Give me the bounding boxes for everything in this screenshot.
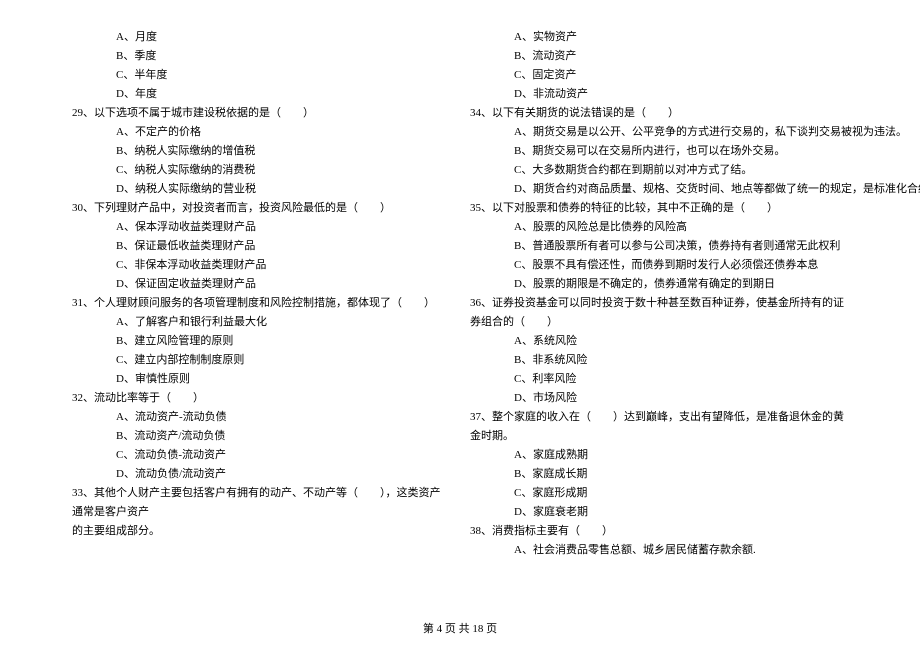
q32-option-a: A、流动资产-流动负债 (72, 408, 450, 427)
q35-option-b: B、普通股票所有者可以参与公司决策，债券持有者则通常无此权利 (470, 237, 848, 256)
q37-option-c: C、家庭形成期 (470, 484, 848, 503)
q30-option-c: C、非保本浮动收益类理财产品 (72, 256, 450, 275)
q35-option-d: D、股票的期限是不确定的，债券通常有确定的到期日 (470, 275, 848, 294)
q30-option-d: D、保证固定收益类理财产品 (72, 275, 450, 294)
q36-option-c: C、利率风险 (470, 370, 848, 389)
left-column: A、月度 B、季度 C、半年度 D、年度 29、以下选项不属于城市建设税依据的是… (72, 28, 450, 560)
q28-option-d: D、年度 (72, 85, 450, 104)
q29-option-a: A、不定产的价格 (72, 123, 450, 142)
q32-stem: 32、流动比率等于（ ） (72, 389, 450, 408)
q32-option-d: D、流动负债/流动资产 (72, 465, 450, 484)
q37-stem: 37、整个家庭的收入在（ ）达到巅峰，支出有望降低，是准备退休金的黄金时期。 (470, 408, 848, 446)
q34-option-b: B、期货交易可以在交易所内进行，也可以在场外交易。 (470, 142, 848, 161)
q33-option-c: C、固定资产 (470, 66, 848, 85)
q28-option-a: A、月度 (72, 28, 450, 47)
q30-option-a: A、保本浮动收益类理财产品 (72, 218, 450, 237)
q34-option-d: D、期货合约对商品质量、规格、交货时间、地点等都做了统一的规定，是标准化合约。 (470, 180, 848, 199)
q34-stem: 34、以下有关期货的说法错误的是（ ） (470, 104, 848, 123)
q31-option-d: D、审慎性原则 (72, 370, 450, 389)
q36-option-a: A、系统风险 (470, 332, 848, 351)
q37-option-d: D、家庭衰老期 (470, 503, 848, 522)
q37-option-a: A、家庭成熟期 (470, 446, 848, 465)
page-footer: 第 4 页 共 18 页 (0, 620, 920, 636)
q32-option-b: B、流动资产/流动负债 (72, 427, 450, 446)
q38-stem: 38、消费指标主要有（ ） (470, 522, 848, 541)
q29-stem: 29、以下选项不属于城市建设税依据的是（ ） (72, 104, 450, 123)
q38-option-a: A、社会消费品零售总额、城乡居民储蓄存款余额. (470, 541, 848, 560)
q29-option-b: B、纳税人实际缴纳的增值税 (72, 142, 450, 161)
q33-stem-line2: 的主要组成部分。 (72, 522, 450, 541)
q29-option-c: C、纳税人实际缴纳的消费税 (72, 161, 450, 180)
q28-option-b: B、季度 (72, 47, 450, 66)
q31-option-b: B、建立风险管理的原则 (72, 332, 450, 351)
q33-option-a: A、实物资产 (470, 28, 848, 47)
q35-option-c: C、股票不具有偿还性，而债券到期时发行人必须偿还债券本息 (470, 256, 848, 275)
q33-option-d: D、非流动资产 (470, 85, 848, 104)
q31-stem: 31、个人理财顾问服务的各项管理制度和风险控制措施，都体现了（ ） (72, 294, 450, 313)
q37-option-b: B、家庭成长期 (470, 465, 848, 484)
right-column: A、实物资产 B、流动资产 C、固定资产 D、非流动资产 34、以下有关期货的说… (470, 28, 848, 560)
q30-stem: 30、下列理财产品中，对投资者而言，投资风险最低的是（ ） (72, 199, 450, 218)
q31-option-c: C、建立内部控制制度原则 (72, 351, 450, 370)
q35-stem: 35、以下对股票和债券的特征的比较，其中不正确的是（ ） (470, 199, 848, 218)
q33-option-b: B、流动资产 (470, 47, 848, 66)
q35-option-a: A、股票的风险总是比债券的风险高 (470, 218, 848, 237)
q34-option-c: C、大多数期货合约都在到期前以对冲方式了结。 (470, 161, 848, 180)
q34-option-a: A、期货交易是以公开、公平竞争的方式进行交易的，私下谈判交易被视为违法。 (470, 123, 848, 142)
q31-option-a: A、了解客户和银行利益最大化 (72, 313, 450, 332)
q30-option-b: B、保证最低收益类理财产品 (72, 237, 450, 256)
q36-stem: 36、证券投资基金可以同时投资于数十种甚至数百种证券，使基金所持有的证券组合的（… (470, 294, 848, 332)
q36-option-d: D、市场风险 (470, 389, 848, 408)
q28-option-c: C、半年度 (72, 66, 450, 85)
q29-option-d: D、纳税人实际缴纳的营业税 (72, 180, 450, 199)
q36-option-b: B、非系统风险 (470, 351, 848, 370)
q32-option-c: C、流动负债-流动资产 (72, 446, 450, 465)
q33-stem-line1: 33、其他个人财产主要包括客户有拥有的动产、不动产等（ ），这类资产通常是客户资… (72, 484, 450, 522)
